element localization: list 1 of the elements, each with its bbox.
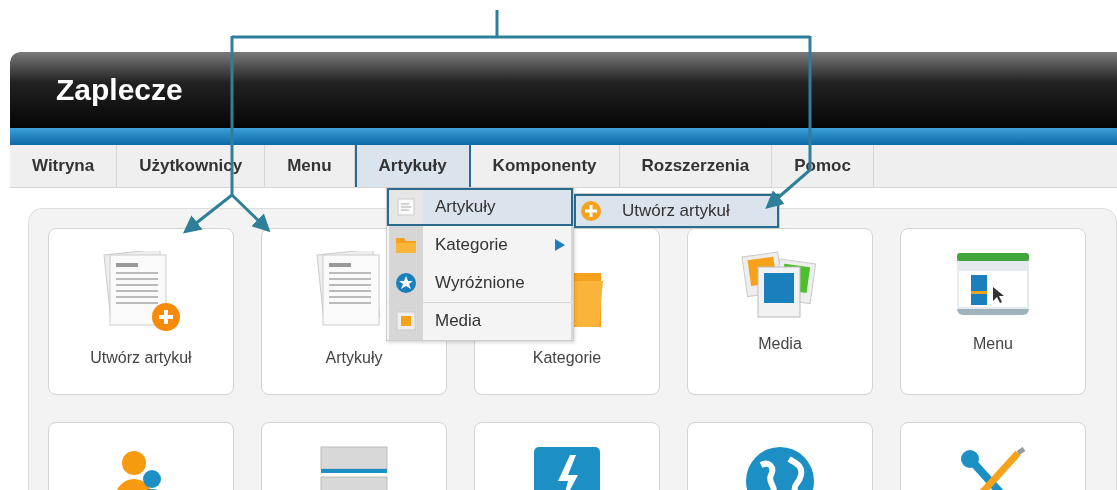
window-title: Zaplecze (56, 73, 183, 107)
